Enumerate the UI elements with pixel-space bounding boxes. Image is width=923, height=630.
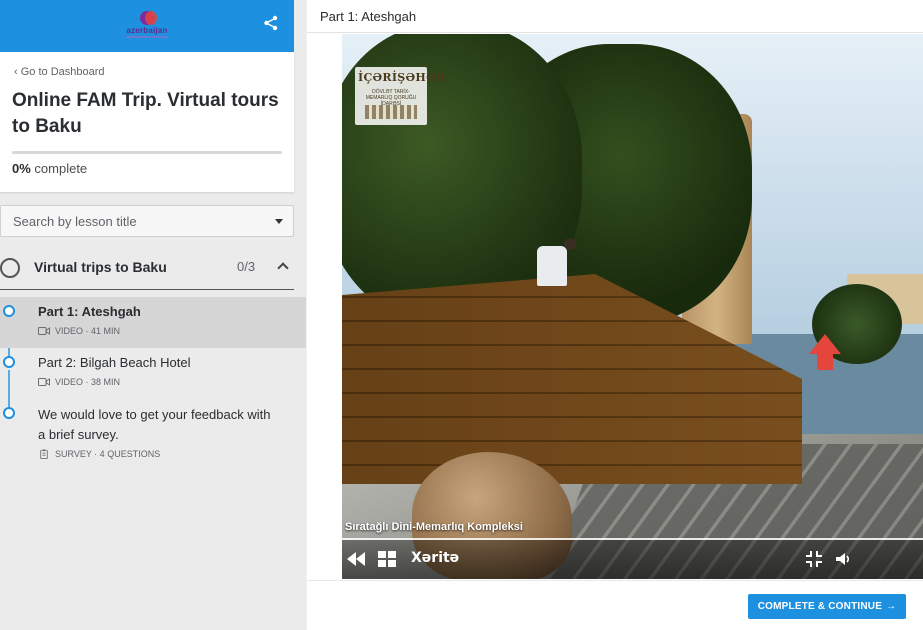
caret-down-icon	[275, 219, 283, 224]
search-placeholder: Search by lesson title	[13, 214, 137, 229]
visitor-figure	[537, 246, 567, 286]
lesson-status-dot-icon	[3, 356, 15, 368]
logo-mark	[140, 11, 157, 25]
map-button[interactable]: Xəritə	[411, 550, 459, 572]
section-count: 0/3	[237, 259, 256, 274]
lesson-status-dot-icon	[3, 305, 15, 317]
watermark-art	[365, 105, 417, 119]
rewind-icon[interactable]	[345, 548, 367, 570]
lesson-header: Part 1: Ateshgah	[307, 0, 923, 33]
fullscreen-icon[interactable]	[805, 548, 823, 570]
progress-suffix: complete	[30, 161, 88, 176]
volume-icon[interactable]	[834, 548, 852, 570]
go-to-dashboard-link[interactable]: ‹ Go to Dashboard	[14, 66, 105, 78]
arrow-right-icon: →	[886, 601, 897, 612]
course-card: ‹ Go to Dashboard Online FAM Trip. Virtu…	[0, 52, 294, 192]
lesson-meta-text: VIDEO · 41 MIN	[55, 326, 121, 336]
lesson-status-dot-icon	[3, 407, 15, 419]
brand-bar: azerbaijan	[0, 0, 294, 52]
logo-underline	[126, 36, 168, 38]
video-icon	[38, 378, 50, 386]
lesson-search-dropdown[interactable]: Search by lesson title	[0, 205, 294, 237]
chevron-left-icon: ‹	[14, 66, 21, 78]
lesson-title: Part 2: Bilgah Beach Hotel	[38, 355, 191, 370]
progress-bar	[12, 151, 282, 154]
lesson-meta: VIDEO · 38 MIN	[38, 377, 120, 387]
cta-label: COMPLETE & CONTINUE	[757, 601, 883, 612]
logo-text: azerbaijan	[126, 26, 168, 35]
navigate-forward-arrow-stem[interactable]	[817, 352, 833, 370]
progress-value: 0%	[12, 161, 31, 176]
tour-controls: Xəritə	[342, 540, 923, 579]
video-icon	[38, 327, 50, 335]
lesson-meta: VIDEO · 41 MIN	[38, 326, 120, 336]
course-title: Online FAM Trip. Virtual tours to Baku	[12, 90, 279, 137]
share-icon[interactable]	[262, 14, 280, 32]
thumbnails-grid-icon[interactable]	[377, 548, 397, 570]
visitor-head	[564, 238, 576, 250]
section-header[interactable]: Virtual trips to Baku 0/3	[0, 246, 294, 290]
lesson-meta-text: VIDEO · 38 MIN	[55, 377, 121, 387]
progress-text: 0% complete	[12, 161, 87, 176]
lesson-item-part-1[interactable]: Part 1: Ateshgah VIDEO · 41 MIN	[0, 297, 306, 348]
back-label: Go to Dashboard	[20, 66, 105, 78]
lesson-meta: SURVEY · 4 QUESTIONS	[38, 449, 160, 459]
tour-location-caption: Sıratağlı Dini-Memarlıq Kompleksi	[345, 521, 523, 533]
brand-logo[interactable]: azerbaijan	[120, 8, 174, 44]
lesson-title: Part 1: Ateshgah	[38, 304, 141, 319]
navigate-forward-arrow-icon[interactable]	[809, 334, 841, 354]
lesson-item-survey[interactable]: We would love to get your feedback with …	[0, 399, 306, 469]
survey-icon	[40, 449, 48, 459]
chevron-up-icon[interactable]	[277, 262, 289, 274]
lesson-footer: COMPLETE & CONTINUE →	[307, 580, 923, 630]
section-title: Virtual trips to Baku	[34, 259, 167, 275]
section-status-circle-icon	[0, 258, 20, 278]
complete-and-continue-button[interactable]: COMPLETE & CONTINUE →	[748, 594, 906, 619]
lesson-item-part-2[interactable]: Part 2: Bilgah Beach Hotel VIDEO · 38 MI…	[0, 348, 306, 399]
icherisheher-watermark-logo: İÇƏRİŞƏHƏR DÖVLƏT TARİX-MEMARLIQ QORUĞU …	[355, 67, 446, 125]
lesson-title: We would love to get your feedback with …	[38, 407, 271, 442]
main-content: Part 1: Ateshgah İÇƏRİŞƏHƏR DÖVLƏT TARİX…	[307, 0, 923, 630]
watermark-title: İÇƏRİŞƏHƏR	[358, 71, 446, 84]
sidebar: azerbaijan ‹ Go to Dashboard Online FAM …	[0, 0, 306, 630]
virtual-tour-viewer[interactable]: İÇƏRİŞƏHƏR DÖVLƏT TARİX-MEMARLIQ QORUĞU …	[342, 34, 923, 579]
lesson-title-heading: Part 1: Ateshgah	[320, 9, 417, 24]
lesson-meta-text: SURVEY · 4 QUESTIONS	[55, 449, 161, 459]
